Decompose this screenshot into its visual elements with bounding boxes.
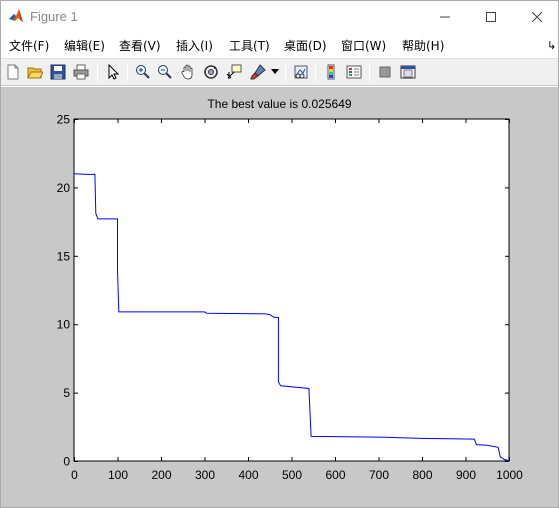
edit-plot-button[interactable] <box>103 62 123 82</box>
y-tick-label: 25 <box>57 113 71 127</box>
y-tick-label: 20 <box>57 181 71 195</box>
open-file-button[interactable] <box>25 62 45 82</box>
zoom-out-icon <box>158 65 172 79</box>
x-tick-label: 300 <box>195 468 215 482</box>
hide-plot-tools-button[interactable] <box>375 62 395 82</box>
pan-hand-icon <box>181 64 193 80</box>
menu-desktop[interactable]: 桌面(D) <box>284 37 327 54</box>
x-tick-label: 500 <box>282 468 302 482</box>
colorbar-icon <box>327 64 335 80</box>
line-chart: 0 100 200 300 400 500 600 700 800 900 1000 0 5 10 15 20… <box>57 113 524 483</box>
x-tick-label: 700 <box>369 468 389 482</box>
minimize-icon <box>440 16 450 17</box>
menu-window[interactable]: 窗口(W) <box>341 37 386 54</box>
legend-icon <box>346 65 362 79</box>
zoom-in-icon <box>136 65 150 79</box>
print-icon <box>73 64 89 80</box>
toolbar-separator <box>97 63 98 81</box>
x-tick-label: 100 <box>108 468 128 482</box>
pan-button[interactable] <box>178 62 198 82</box>
data-cursor-icon <box>226 64 242 79</box>
title-bar: Figure 1 <box>1 1 558 32</box>
x-tick-label: 800 <box>412 468 432 482</box>
save-button[interactable] <box>48 62 68 82</box>
menu-file[interactable]: 文件(F) <box>9 37 49 54</box>
close-button[interactable] <box>514 1 559 32</box>
new-figure-button[interactable] <box>3 62 23 82</box>
open-file-icon <box>27 67 43 79</box>
dock-arrow-icon[interactable]: ↳ <box>547 39 556 52</box>
x-tick-label: 900 <box>456 468 476 482</box>
y-tick-label: 15 <box>57 249 71 263</box>
menu-view[interactable]: 查看(V) <box>119 37 161 54</box>
edit-plot-arrow-icon <box>108 64 120 80</box>
rotate-3d-icon <box>204 65 218 79</box>
minimize-button[interactable] <box>422 1 468 32</box>
link-plot-button[interactable] <box>291 62 311 82</box>
maximize-icon <box>486 11 496 22</box>
zoom-out-button[interactable] <box>155 62 175 82</box>
save-icon <box>50 64 66 80</box>
window-title: Figure 1 <box>30 9 78 24</box>
toolbar-separator <box>315 63 316 81</box>
menu-insert[interactable]: 插入(I) <box>176 37 213 54</box>
brush-button[interactable] <box>248 62 268 82</box>
x-tick-label: 200 <box>151 468 171 482</box>
y-tick-label: 5 <box>63 386 70 400</box>
data-cursor-button[interactable] <box>224 62 244 82</box>
colorbar-button[interactable] <box>321 62 341 82</box>
hide-plot-tools-icon <box>379 66 391 78</box>
figure-window: Figure 1 文件(F) 编辑(E) 查看(V) 插入(I) 工具(T) 桌… <box>0 0 559 508</box>
figure-canvas: The best value is 0.025649 0 100 200 300 400… <box>1 87 558 507</box>
y-tick-label: 10 <box>57 318 71 332</box>
x-tick-label: 1000 <box>496 468 523 482</box>
x-tick-label: 400 <box>238 468 258 482</box>
toolbar-separator <box>369 63 370 81</box>
menu-tools[interactable]: 工具(T) <box>229 37 270 54</box>
rotate-3d-button[interactable] <box>201 62 221 82</box>
matlab-logo-icon <box>8 8 24 24</box>
maximize-button[interactable] <box>468 1 514 32</box>
zoom-in-button[interactable] <box>133 62 153 82</box>
axes-box <box>73 118 510 462</box>
menu-help[interactable]: 帮助(H) <box>402 37 444 54</box>
menu-edit[interactable]: 编辑(E) <box>64 37 105 54</box>
brush-dropdown-button[interactable] <box>269 62 281 82</box>
toolbar-separator <box>285 63 286 81</box>
menu-bar: 文件(F) 编辑(E) 查看(V) 插入(I) 工具(T) 桌面(D) 窗口(W… <box>1 34 558 56</box>
new-figure-icon <box>7 64 19 80</box>
y-tick-label: 0 <box>63 455 70 469</box>
x-tick-label: 0 <box>71 468 78 482</box>
brush-icon <box>250 64 266 80</box>
print-button[interactable] <box>71 62 91 82</box>
legend-button[interactable] <box>344 62 364 82</box>
show-plot-tools-button[interactable] <box>398 62 418 82</box>
link-plot-icon <box>294 65 308 79</box>
brush-dropdown-icon <box>271 69 279 74</box>
toolbar-separator <box>127 63 128 81</box>
close-icon <box>532 11 542 22</box>
figure-toolbar <box>1 58 558 86</box>
x-tick-label: 600 <box>325 468 345 482</box>
show-plot-tools-icon <box>400 65 416 79</box>
